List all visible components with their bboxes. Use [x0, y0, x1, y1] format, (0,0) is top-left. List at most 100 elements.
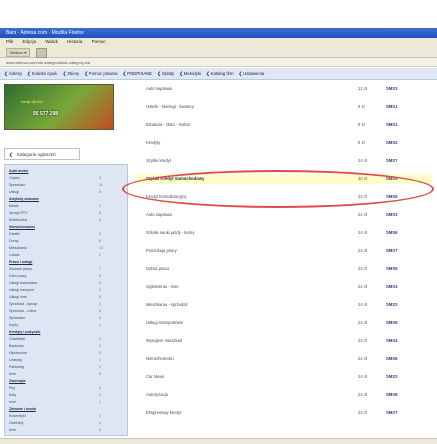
table-row[interactable]: Auto naprawa 12 zł SMS3 — [136, 84, 432, 94]
table-row[interactable]: Usługi transportowe 24 zł SMS6 — [136, 318, 432, 328]
sidebar-item[interactable]: Gabinety 1 — [9, 421, 101, 426]
sidebar-item[interactable]: Kosmetyki 2 — [9, 414, 101, 419]
promo-banner[interactable]: kredyt dla firm 95 577 298 — [4, 84, 114, 130]
sidebar-item[interactable]: Mieszkania 14 — [9, 246, 103, 251]
sidebar-item[interactable]: Części 3 — [9, 176, 101, 181]
row-name[interactable]: Kredyty — [146, 138, 160, 148]
sidebar-item[interactable]: Elektronika 4 — [9, 218, 101, 223]
sidebar-item[interactable]: Hipoteczne 3 — [9, 351, 101, 356]
site-nav-item[interactable]: ❮Metodyki — [179, 71, 201, 76]
sidebar-item[interactable]: Sprzedam 11 — [9, 183, 103, 188]
row-name[interactable]: Ekspresowy kredyt — [146, 408, 181, 418]
table-row[interactable]: Szybki kredyt 24 zł SMS7 — [136, 156, 432, 166]
table-row[interactable]: Poszukuję pracy 24 zł SMS7 — [136, 246, 432, 256]
sidebar-item-count: 3 — [99, 351, 101, 355]
sidebar-item[interactable]: Domy 6 — [9, 239, 101, 244]
site-nav-label: Metodyki — [183, 71, 201, 76]
table-row[interactable]: Auto naprawa 24 zł SMS3 — [136, 210, 432, 220]
sidebar-header[interactable]: ❮ Kategorie ogłoszeń — [4, 148, 80, 160]
table-row[interactable]: Dobra praca 24 zł SMS5 — [136, 264, 432, 274]
site-nav-item[interactable]: ❮Opłaty — [157, 71, 174, 76]
sidebar-item[interactable]: Chwilówki 2 — [9, 337, 101, 342]
sidebar-item[interactable]: Inne 3 — [9, 428, 101, 433]
row-name[interactable]: Biżuteria - złoto - srebro — [146, 120, 190, 130]
menu-item-help[interactable]: Pomoc — [92, 39, 106, 44]
row-name[interactable]: Auto naprawa — [146, 210, 172, 220]
row-name[interactable]: Szkoła nauki jazdy - kursy — [146, 228, 194, 238]
row-name[interactable]: Mieszkania - sprzedaż — [146, 300, 188, 310]
sidebar-item[interactable]: Usługi inne 5 — [9, 295, 101, 300]
sidebar-item-label: Hipoteczne — [9, 351, 27, 355]
sidebar-category[interactable]: Zdrowie i uroda — [9, 407, 36, 412]
site-nav-item[interactable]: ❮Zbiory — [63, 71, 80, 76]
sidebar-item[interactable]: Dam pracę 9 — [9, 274, 101, 279]
back-button[interactable]: Wstecz ▾ — [6, 48, 31, 57]
address-bar[interactable]: www.adresa.com/ntu-kategoria/kat-categor… — [0, 58, 437, 67]
row-name[interactable]: Poszukuję pracy — [146, 246, 177, 256]
table-row[interactable]: Nieruchomości 24 zł SMS6 — [136, 354, 432, 364]
sidebar-item[interactable]: Leasing 1 — [9, 358, 101, 363]
row-name[interactable]: Szybki kredyt — [146, 156, 171, 166]
sidebar-item-label: Sprzedam — [9, 316, 26, 320]
sidebar-item[interactable]: Meble 2 — [9, 204, 101, 209]
sidebar-item-label: Meble — [9, 204, 19, 208]
row-name[interactable]: Car News — [146, 372, 164, 382]
sidebar-item[interactable]: Działki 3 — [9, 232, 101, 237]
row-sms-code: SMS1 — [386, 122, 398, 127]
row-name[interactable]: Auto naprawa — [146, 84, 172, 94]
row-name[interactable]: Usługi transportowe — [146, 318, 183, 328]
sidebar-category[interactable]: Nieruchomości — [9, 225, 35, 230]
table-row[interactable]: Biżuteria - złoto - srebro 9 zł SMS1 — [136, 120, 432, 130]
sidebar-item[interactable]: Usługi 5 — [9, 190, 101, 195]
sidebar-item[interactable]: Usługi transport 3 — [9, 288, 101, 293]
site-nav-item[interactable]: ❮Kodeks cywil. — [27, 71, 58, 76]
sidebar-item-count: 1 — [99, 400, 101, 404]
sidebar-item[interactable]: Psy 3 — [9, 386, 101, 391]
sidebar-item[interactable]: Sprzedaż - sprzęt 2 — [9, 302, 101, 307]
row-name[interactable]: Wynajem mieszkań — [146, 336, 182, 346]
site-nav-item[interactable]: ❮Adresy — [4, 71, 22, 76]
menu-item-file[interactable]: Plik — [6, 39, 13, 44]
sidebar-category[interactable]: Praca i usługi — [9, 260, 32, 265]
site-nav-item[interactable]: ❮Katalog firm — [206, 71, 234, 76]
row-price: 24 zł — [358, 212, 367, 217]
row-name[interactable]: Dobra praca — [146, 264, 169, 274]
sidebar-item[interactable]: Lokale 2 — [9, 253, 101, 258]
sidebar-item[interactable]: Sprzedam 3 — [9, 316, 101, 321]
row-name[interactable]: Ogłoszenia - inne — [146, 282, 179, 292]
table-row[interactable]: Hotele - Noclegi - kwatery 9 zł SMS1 — [136, 102, 432, 112]
sidebar-category[interactable]: Zwierzęta — [9, 379, 25, 384]
menu-item-history[interactable]: Historia — [67, 39, 82, 44]
sidebar-item[interactable]: Sprzęt RTV 8 — [9, 211, 101, 216]
table-row[interactable]: Car News 24 zł SMS2 — [136, 372, 432, 382]
menu-item-view[interactable]: Widok — [45, 39, 58, 44]
row-name[interactable]: Hotele - Noclegi - kwatery — [146, 102, 194, 112]
sidebar-category[interactable]: Auto motor — [9, 169, 28, 174]
site-nav-item[interactable]: ❮Ustawienia — [239, 71, 265, 76]
sidebar-item[interactable]: Usługi budowlane 4 — [9, 281, 101, 286]
table-row[interactable]: Szkoła nauki jazdy - kursy 24 zł SMS6 — [136, 228, 432, 238]
sidebar-category[interactable]: Artykuły domowe — [9, 197, 39, 202]
sidebar-item[interactable]: Sprzedaż - różne 6 — [9, 309, 101, 314]
sidebar-item[interactable]: Faktoring 2 — [9, 365, 101, 370]
row-name[interactable]: Nieruchomości — [146, 354, 174, 364]
home-icon[interactable] — [35, 48, 47, 58]
sidebar-item[interactable]: Bankowe 4 — [9, 344, 101, 349]
sidebar-item[interactable]: Kupię 1 — [9, 323, 101, 328]
sidebar-item[interactable]: Inne 5 — [9, 372, 101, 377]
sidebar-item[interactable]: Koty 2 — [9, 393, 101, 398]
menu-item-edit[interactable]: Edycja — [23, 39, 37, 44]
table-row[interactable]: Kredyty 9 zł SMS2 — [136, 138, 432, 148]
sidebar-item[interactable]: Szukam pracy 7 — [9, 267, 101, 272]
site-nav-item[interactable]: ❮Pomoc prawna — [84, 71, 117, 76]
site-nav-item[interactable]: ❮PODPISANE — [122, 71, 152, 76]
row-name[interactable]: Autoryzacja — [146, 390, 168, 400]
table-row[interactable]: Ekspresowy kredyt 24 zł SMS7 — [136, 408, 432, 418]
sidebar-category[interactable]: Kredyty i pożyczki — [9, 330, 40, 335]
table-row[interactable]: Wynajem mieszkań 24 zł SMS4 — [136, 336, 432, 346]
row-price: 24 zł — [358, 266, 367, 271]
sidebar-item[interactable]: Inne 1 — [9, 400, 101, 405]
table-row[interactable]: Autoryzacja 24 zł SMS8 — [136, 390, 432, 400]
table-row[interactable]: Mieszkania - sprzedaż 24 zł SMS2 — [136, 300, 432, 310]
table-row[interactable]: Ogłoszenia - inne 24 zł SMS4 — [136, 282, 432, 292]
